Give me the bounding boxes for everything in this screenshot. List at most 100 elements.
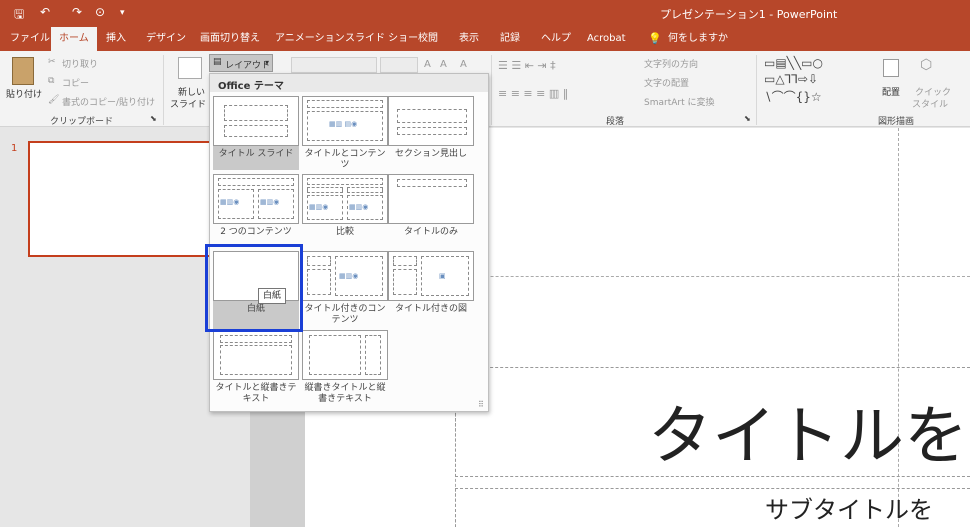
undo-icon[interactable]: ↶ [40,5,50,19]
copy-button[interactable]: コピー [62,76,89,89]
layout-label: タイトルとコンテンツ [304,149,386,170]
bullets-icon[interactable]: ☰ ☰ ⇤ ⇥ ‡ [498,59,556,72]
layout-thumbnail: ▦▥◉ [302,251,388,301]
gallery-header: Office テーマ [210,74,488,92]
text-direction-button[interactable]: 文字列の方向 [644,57,698,70]
layout-label: タイトル スライド [218,149,294,159]
layout-label: 2 つのコンテンツ [220,227,292,237]
cut-icon: ✂ [48,57,56,67]
layout-vertical-title-text[interactable]: 縦書きタイトルと縦書きテキスト [302,330,388,408]
tab-file[interactable]: ファイル [10,27,50,51]
grow-font-icon[interactable]: A [424,59,431,70]
layout-label: タイトルと縦書きテキスト [215,383,297,404]
paste-icon[interactable] [12,57,34,85]
layout-gallery: Office テーマ タイトル スライド ▦▥ ▤◉ タイトルとコンテンツ セク… [209,73,489,412]
paragraph-group-label: 段落 [606,117,625,127]
tab-insert[interactable]: 挿入 [106,27,126,51]
copy-icon: ⧉ [48,76,55,86]
customize-qat-icon[interactable]: ▾ [120,8,125,18]
tab-slideshow[interactable]: スライド ショー [345,27,418,51]
layout-tooltip: 白紙 [258,288,286,304]
layout-thumbnail: ▦▥◉ ▦▥◉ [213,174,299,224]
group-divider [491,55,492,125]
slide-number: 1 [11,143,18,154]
ribbon-tabs: ファイル ホーム 挿入 デザイン 画面切り替え アニメーション スライド ショー… [0,27,970,51]
layout-title-only[interactable]: タイトルのみ [388,174,474,248]
clipboard-group-label: クリップボード [50,117,114,127]
font-name-field[interactable] [291,57,377,73]
new-slide-label-2[interactable]: スライド [170,97,206,110]
smartart-button[interactable]: SmartArt に変換 [644,95,714,108]
redo-icon[interactable]: ↷ [72,5,82,19]
slide-thumbnail[interactable] [28,141,216,257]
quick-styles-icon: ⬡ [920,57,933,73]
layout-section-header[interactable]: セクション見出し [388,96,474,170]
drawing-group-label: 図形描画 [878,117,915,127]
layout-thumbnail: ▦▥◉ ▦▥◉ [302,174,388,224]
layout-button-label: レイアウト [225,61,271,71]
tab-review[interactable]: 校閲 [418,27,438,51]
tab-design[interactable]: デザイン [146,27,186,51]
layout-thumbnail: ▦▥ ▤◉ [302,96,388,146]
chevron-down-icon: ▾ [265,58,270,67]
start-from-beginning-icon[interactable]: ⊙ [95,5,105,19]
window-title: プレゼンテーション1 - PowerPoint [660,8,838,21]
title-bar: 🖫 ↶ ↷ ⊙ ▾ プレゼンテーション1 - PowerPoint [0,0,970,27]
layout-thumbnail [302,330,388,380]
new-slide-icon[interactable] [178,57,202,79]
tab-view[interactable]: 表示 [459,27,479,51]
align-icons[interactable]: ≡ ≡ ≡ ≡ ▥ ‖ [498,87,568,100]
layout-label: セクション見出し [394,149,467,159]
group-divider [756,55,757,125]
shapes-gallery-row3[interactable]: ∖⌒⌒{}☆ [764,88,822,105]
format-painter-button[interactable]: 書式のコピー/貼り付け [62,95,155,108]
resize-grip-icon[interactable]: ⠿ [478,400,484,409]
layout-label: タイトルのみ [403,227,458,237]
quick-styles-label-2[interactable]: スタイル [912,97,948,110]
paste-button[interactable]: 貼り付け [6,87,42,100]
layout-title-content[interactable]: ▦▥ ▤◉ タイトルとコンテンツ [302,96,388,170]
lightbulb-icon: 💡 [648,32,662,45]
layout-icon: ▤ [213,57,222,67]
group-divider [163,55,164,125]
arrange-button[interactable]: 配置 [882,85,900,98]
arrange-icon[interactable] [883,59,899,77]
layout-label: タイトル付きのコンテンツ [304,304,386,325]
layout-label: タイトル付きの図 [394,304,467,314]
align-text-button[interactable]: 文字の配置 [644,76,689,89]
layout-thumbnail [213,330,299,380]
subtitle-placeholder-text: サブタイトルを [765,496,933,524]
tab-home[interactable]: ホーム [51,27,97,51]
tab-transitions[interactable]: 画面切り替え [200,27,260,51]
layout-title-vertical-text[interactable]: タイトルと縦書きテキスト [213,330,299,408]
tab-help[interactable]: ヘルプ [541,27,571,51]
layout-picture-with-caption[interactable]: ▣ タイトル付きの図 [388,251,474,329]
layout-comparison[interactable]: ▦▥◉ ▦▥◉ 比較 [302,174,388,248]
layout-label: 縦書きタイトルと縦書きテキスト [304,383,386,404]
layout-thumbnail: ▣ [388,251,474,301]
highlight-box [205,244,303,332]
layout-button[interactable]: ▤ レイアウト ▾ [209,54,273,72]
clipboard-launcher-icon[interactable]: ⬊ [150,114,157,123]
layout-title-slide[interactable]: タイトル スライド [213,96,299,170]
shrink-font-icon[interactable]: A [440,59,447,70]
layout-two-content[interactable]: ▦▥◉ ▦▥◉ 2 つのコンテンツ [213,174,299,248]
layout-thumbnail [388,174,474,224]
cut-button[interactable]: 切り取り [62,57,98,70]
tab-acrobat[interactable]: Acrobat [587,27,626,51]
format-painter-icon: 🖌 [48,95,60,105]
font-size-field[interactable] [380,57,418,73]
tab-record[interactable]: 記録 [500,27,520,51]
shapes-gallery-row2[interactable]: ▭△⅂⅂⇨⇩ [764,72,818,86]
clear-format-icon[interactable]: A [460,59,467,70]
layout-thumbnail [388,96,474,146]
save-icon[interactable]: 🖫 [14,5,24,26]
layout-thumbnail [213,96,299,146]
layout-content-with-caption[interactable]: ▦▥◉ タイトル付きのコンテンツ [302,251,388,329]
layout-label: 比較 [335,227,354,237]
tab-animations[interactable]: アニメーション [275,27,345,51]
paragraph-launcher-icon[interactable]: ⬊ [744,114,751,123]
title-placeholder-text: タイトルを [648,400,968,474]
shapes-gallery-row1[interactable]: ▭▤╲╲▭○ [764,56,823,70]
tell-me-search[interactable]: 何をしますか [668,27,728,51]
